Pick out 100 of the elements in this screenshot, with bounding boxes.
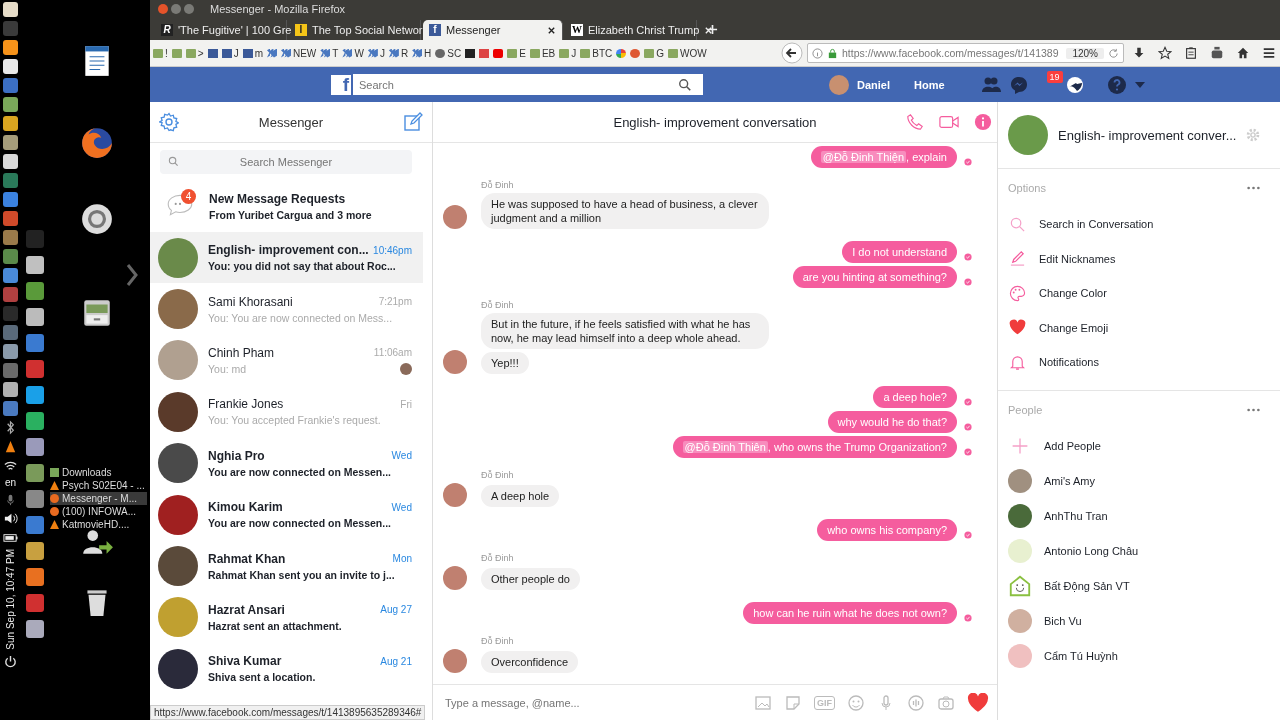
app-icon[interactable] <box>26 594 44 612</box>
power-icon[interactable] <box>3 653 18 669</box>
info-icon[interactable] <box>973 113 993 131</box>
search-field[interactable]: Search Messenger <box>160 150 412 174</box>
option-item[interactable]: Search in Conversation <box>1008 207 1260 242</box>
app-icon[interactable] <box>26 282 44 300</box>
compose-icon[interactable] <box>403 112 423 132</box>
option-item[interactable]: Notifications <box>1008 345 1260 380</box>
conversation-item[interactable]: Kimou Karim Wed You are now connected on Messen... <box>150 488 432 541</box>
zoom-level[interactable]: 120% <box>1066 47 1104 59</box>
app-icon[interactable] <box>26 568 44 586</box>
app-icon[interactable] <box>3 268 18 283</box>
bookmark-link[interactable]: R <box>388 47 409 59</box>
app-icon[interactable] <box>26 516 44 534</box>
camera-icon[interactable] <box>937 693 955 712</box>
home-icon[interactable] <box>1236 46 1250 60</box>
bookmark-link[interactable]: G <box>644 47 665 59</box>
app-icon[interactable] <box>3 40 18 55</box>
window-list-item[interactable]: Psych S02E04 - ... <box>50 479 147 492</box>
app-icon[interactable] <box>3 173 18 188</box>
conversation-item[interactable]: Sami Khorasani 7:21pm You: You are now connected on Mess... <box>150 283 432 335</box>
help-icon[interactable] <box>1106 74 1127 95</box>
bookmark-link[interactable] <box>465 48 476 58</box>
circle-logo-icon[interactable] <box>80 202 114 236</box>
conversation-item[interactable]: Chinh Pham 11:06am You: md <box>150 334 432 387</box>
download-icon[interactable] <box>1132 46 1146 60</box>
app-icon[interactable] <box>26 412 44 430</box>
settings-icon[interactable] <box>1246 128 1261 142</box>
back-button[interactable] <box>781 42 803 64</box>
bookmark-link[interactable]: > <box>185 47 204 59</box>
person-item[interactable]: AnhThu Tran <box>1008 498 1260 534</box>
app-icon[interactable] <box>3 154 18 169</box>
app-icon[interactable] <box>26 620 44 638</box>
app-icon[interactable] <box>3 382 18 397</box>
clock-text[interactable]: Sun Sep 10, 10:47 PM <box>5 549 16 650</box>
search-icon[interactable] <box>678 77 692 92</box>
browser-tab[interactable]: f Messenger <box>423 20 563 40</box>
conversation-item[interactable]: English- improvement con... 10:46pm You: you did not say that about Roc... <box>150 232 423 284</box>
conversation-item[interactable]: Hazrat Ansari Aug 27 Hazrat sent an attachment. <box>150 591 432 644</box>
app-icon[interactable] <box>3 249 18 264</box>
app-icon[interactable] <box>26 256 44 274</box>
window-list-item[interactable]: KatmovieHD.... <box>50 518 147 531</box>
option-item[interactable]: Edit Nicknames <box>1008 241 1260 276</box>
person-item[interactable]: Ami's Amy <box>1008 463 1260 499</box>
maximize-button[interactable] <box>184 4 194 14</box>
app-icon[interactable] <box>26 360 44 378</box>
more-icon[interactable] <box>1247 186 1260 190</box>
option-item[interactable]: Change Color <box>1008 276 1260 311</box>
more-icon[interactable] <box>1247 407 1260 412</box>
app-icon[interactable] <box>3 211 18 226</box>
app-icon[interactable] <box>3 192 18 207</box>
phone-icon[interactable] <box>905 113 925 131</box>
keyboard-layout[interactable]: en <box>4 477 17 488</box>
app-icon[interactable] <box>3 287 18 302</box>
firefox-icon[interactable] <box>80 126 114 160</box>
reload-icon[interactable] <box>1108 47 1119 59</box>
option-item[interactable]: Change Emoji <box>1008 310 1260 345</box>
sticker-icon[interactable] <box>784 693 802 712</box>
new-tab-icon[interactable] <box>707 24 718 35</box>
person-item[interactable]: Cẩm Tú Huỳnh <box>1008 638 1260 674</box>
search-button[interactable] <box>667 74 703 95</box>
app-icon[interactable] <box>26 386 44 404</box>
emoji-icon[interactable] <box>847 693 865 712</box>
avatar[interactable] <box>829 74 849 95</box>
profile-link[interactable]: Daniel <box>857 78 890 91</box>
bookmark-link[interactable]: E <box>507 47 526 59</box>
facebook-logo[interactable]: f <box>331 74 351 95</box>
caret-icon[interactable] <box>1134 81 1145 88</box>
bookmark-link[interactable]: T <box>320 47 339 59</box>
app-icon[interactable] <box>3 116 18 131</box>
menu-icon[interactable] <box>1262 46 1276 60</box>
app-icon[interactable] <box>3 363 18 378</box>
heart-icon[interactable] <box>967 692 989 713</box>
app-icon[interactable] <box>3 135 18 150</box>
traffic-cone-icon[interactable] <box>3 439 18 454</box>
conversation-item[interactable]: Rahmat Khan Mon Rahmat Khan sent you an invite to j... <box>150 540 432 592</box>
app-icon[interactable] <box>26 490 44 508</box>
app-icon[interactable] <box>26 438 44 456</box>
globe-icon[interactable] <box>1064 74 1085 95</box>
app-icon[interactable] <box>26 542 44 560</box>
home-link[interactable]: Home <box>914 78 945 91</box>
app-icon[interactable] <box>26 334 44 352</box>
bookmark-link[interactable]: SC <box>435 47 462 59</box>
window-list-item[interactable]: Messenger - M... <box>50 492 147 505</box>
app-icon[interactable] <box>3 97 18 112</box>
clipboard-icon[interactable] <box>1184 46 1198 60</box>
conversation-item[interactable]: Frankie Jones Fri You: You accepted Frankie's request. <box>150 386 432 438</box>
person-item[interactable]: Bich Vu <box>1008 603 1260 639</box>
chevron-right-icon[interactable] <box>126 263 138 287</box>
bookmark-link[interactable]: EB <box>529 47 556 59</box>
star-icon[interactable] <box>1158 46 1172 60</box>
address-bar[interactable]: https://www.facebook.com/messages/t/141389 120% <box>807 43 1124 63</box>
conversation-item[interactable]: Shiva Kumar Aug 21 Shiva sent a location. <box>150 643 432 695</box>
app-icon[interactable] <box>3 230 18 245</box>
bookmark-link[interactable]: W <box>342 47 364 59</box>
bookmark-link[interactable]: BTC <box>580 47 613 59</box>
settings-icon[interactable] <box>159 112 179 132</box>
app-icon[interactable] <box>26 308 44 326</box>
app-icon[interactable] <box>3 325 18 340</box>
image-icon[interactable] <box>754 693 772 712</box>
